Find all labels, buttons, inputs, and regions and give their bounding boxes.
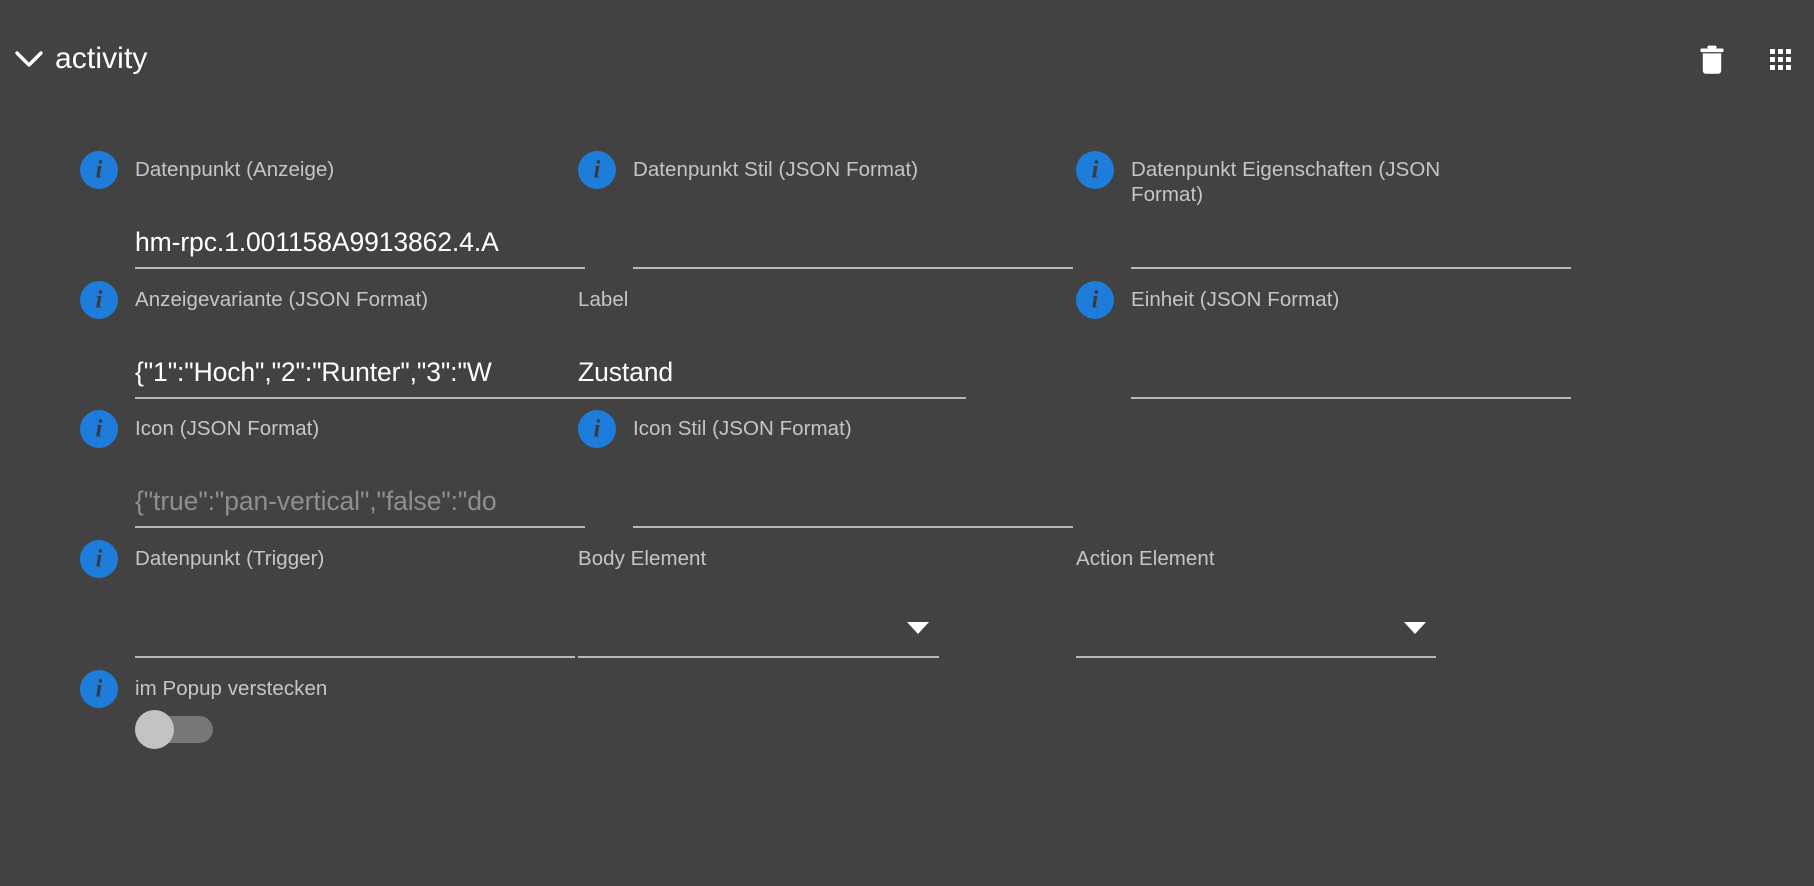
chevron-down-icon[interactable] <box>12 44 46 74</box>
datenpunkt-trigger-input[interactable] <box>135 576 575 658</box>
info-icon[interactable]: i <box>80 151 118 189</box>
page-title: activity <box>55 42 148 75</box>
activity-settings-panel: activity i Datenpunkt (Anzeige) hm-rpc.1… <box>0 0 1814 886</box>
icon-stil-input[interactable] <box>633 446 1073 528</box>
field-label: Datenpunkt (Anzeige) <box>135 158 335 181</box>
panel-header: activity <box>0 0 1814 113</box>
label-input[interactable]: Zustand <box>578 317 966 399</box>
im-popup-verstecken-toggle[interactable] <box>135 710 215 749</box>
body-element-select[interactable] <box>578 576 939 658</box>
field-placeholder: {"true":"pan-vertical","false":"do <box>135 486 497 516</box>
icon-json-input[interactable]: {"true":"pan-vertical","false":"do <box>135 446 585 528</box>
info-icon[interactable]: i <box>80 540 118 578</box>
einheit-input[interactable] <box>1131 317 1571 399</box>
info-icon[interactable]: i <box>80 410 118 448</box>
toggle-knob <box>135 710 174 749</box>
field-label: Icon Stil (JSON Format) <box>633 417 852 440</box>
info-icon[interactable]: i <box>578 151 616 189</box>
field-label: Datenpunkt Eigenschaften (JSON Format) <box>1131 158 1441 206</box>
info-icon[interactable]: i <box>1076 281 1114 319</box>
field-label: Anzeigevariante (JSON Format) <box>135 288 429 311</box>
info-icon-glyph: i <box>95 156 103 184</box>
field-label: Datenpunkt (Trigger) <box>135 547 325 570</box>
info-icon-glyph: i <box>593 156 601 184</box>
info-icon-glyph: i <box>95 286 103 314</box>
info-icon-glyph: i <box>1091 286 1099 314</box>
info-icon[interactable]: i <box>80 281 118 319</box>
caret-down-icon <box>907 622 929 634</box>
info-icon-glyph: i <box>95 675 103 703</box>
field-label: Icon (JSON Format) <box>135 417 320 440</box>
info-icon-glyph: i <box>593 415 601 443</box>
info-icon[interactable]: i <box>578 410 616 448</box>
datenpunkt-eigenschaften-input[interactable] <box>1131 211 1571 269</box>
grid-dots-icon[interactable] <box>1760 40 1800 80</box>
info-icon-glyph: i <box>95 545 103 573</box>
datenpunkt-stil-input[interactable] <box>633 187 1073 269</box>
field-value: hm-rpc.1.001158A9913862.4.A <box>135 227 499 257</box>
info-icon-glyph: i <box>95 415 103 443</box>
datenpunkt-anzeige-input[interactable]: hm-rpc.1.001158A9913862.4.A <box>135 187 585 269</box>
field-label: Datenpunkt Stil (JSON Format) <box>633 158 919 181</box>
field-label: Body Element <box>578 547 707 570</box>
field-value: Zustand <box>578 357 674 387</box>
field-label: im Popup verstecken <box>135 677 328 700</box>
field-label: Label <box>578 288 629 311</box>
action-element-select[interactable] <box>1076 576 1436 658</box>
info-icon[interactable]: i <box>1076 151 1114 189</box>
info-icon-glyph: i <box>1091 156 1099 184</box>
field-label: Einheit (JSON Format) <box>1131 288 1340 311</box>
field-value: {"1":"Hoch","2":"Runter","3":"W <box>135 357 492 387</box>
delete-button[interactable] <box>1692 40 1732 80</box>
field-label: Action Element <box>1076 547 1215 570</box>
caret-down-icon <box>1404 622 1426 634</box>
panel-body: i Datenpunkt (Anzeige) hm-rpc.1.001158A9… <box>0 113 1814 886</box>
info-icon[interactable]: i <box>80 670 118 708</box>
anzeigevariante-input[interactable]: {"1":"Hoch","2":"Runter","3":"W <box>135 317 585 399</box>
